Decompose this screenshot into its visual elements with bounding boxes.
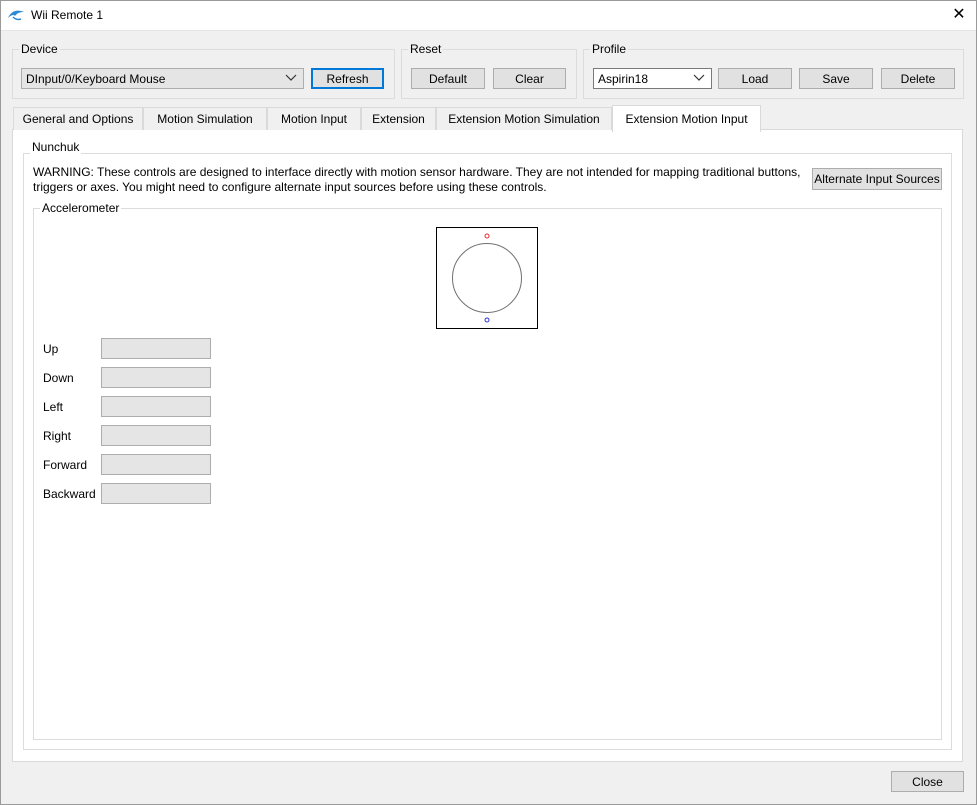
accelerometer-legend: Accelerometer [40,201,122,215]
tab-extension-motion-input[interactable]: Extension Motion Input [612,105,761,132]
tab-extension[interactable]: Extension [361,107,436,130]
mapping-field-left[interactable] [101,396,211,417]
dolphin-logo-icon [8,10,24,21]
warning-text-line2: triggers or axes. You might need to conf… [33,180,547,194]
field-label-left: Left [43,400,64,414]
window-title: Wii Remote 1 [31,8,104,22]
default-button[interactable]: Default [411,68,485,89]
field-label-forward: Forward [43,458,88,472]
save-button[interactable]: Save [799,68,873,89]
title-bar [0,0,977,31]
clear-button[interactable]: Clear [493,68,566,89]
refresh-button[interactable]: Refresh [311,68,384,89]
device-legend: Device [19,42,60,56]
profile-legend: Profile [590,42,629,56]
field-label-down: Down [43,371,74,385]
mapping-field-forward[interactable] [101,454,211,475]
warning-text-line1: WARNING: These controls are designed to … [33,165,801,179]
device-select[interactable]: DInput/0/Keyboard Mouse [21,68,304,89]
tab-general-and-options[interactable]: General and Options [13,107,143,130]
field-label-up: Up [43,342,59,356]
tab-extension-motion-simulation[interactable]: Extension Motion Simulation [436,107,612,130]
nunchuk-legend: Nunchuk [30,140,82,154]
tab-motion-input[interactable]: Motion Input [267,107,361,130]
chevron-down-icon [693,74,705,81]
close-window-icon[interactable]: ✕ [950,6,968,24]
chevron-down-icon [285,74,297,81]
load-button[interactable]: Load [718,68,792,89]
reset-legend: Reset [408,42,444,56]
accelerometer-indicator [436,227,538,329]
profile-select[interactable]: Aspirin18 [593,68,712,89]
tab-motion-simulation[interactable]: Motion Simulation [143,107,267,130]
field-label-right: Right [43,429,72,443]
mapping-field-down[interactable] [101,367,211,388]
close-button[interactable]: Close [891,771,964,792]
profile-select-value: Aspirin18 [598,71,649,86]
device-select-value: DInput/0/Keyboard Mouse [26,71,166,86]
mapping-field-up[interactable] [101,338,211,359]
mapping-field-backward[interactable] [101,483,211,504]
delete-button[interactable]: Delete [881,68,955,89]
mapping-field-right[interactable] [101,425,211,446]
alternate-input-sources-button[interactable]: Alternate Input Sources [812,168,942,190]
field-label-backward: Backward [43,487,96,501]
